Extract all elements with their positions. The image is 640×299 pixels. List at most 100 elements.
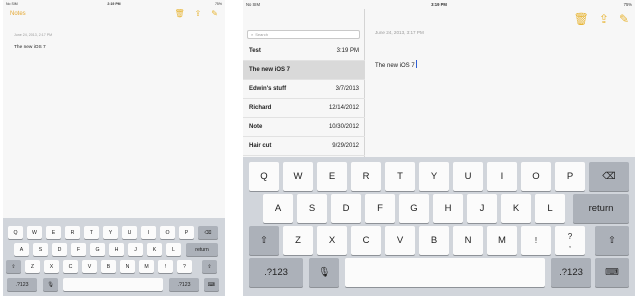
key-t[interactable]: T (385, 162, 415, 191)
delete-key[interactable]: ⌫ (198, 226, 218, 239)
key-p[interactable]: P (179, 226, 194, 239)
key-q[interactable]: Q (249, 162, 279, 191)
note-list-item[interactable]: Edwin's stuff 3/7/2013 (243, 80, 365, 99)
key-c[interactable]: C (63, 260, 78, 273)
key-s[interactable]: S (33, 243, 48, 256)
key-b[interactable]: B (101, 260, 116, 273)
trash-icon[interactable]: 🗑 (574, 12, 589, 26)
key-o[interactable]: O (160, 226, 175, 239)
shift-key[interactable]: ⇧ (249, 226, 279, 255)
key-c[interactable]: C (351, 226, 381, 255)
note-list-item[interactable]: The new iOS 7 (243, 61, 365, 80)
keyboard: Q W E R T Y U I O P ⌫ A S D F G H J K Lreturn ⇧ Z X C V B N M!? ⇧ .?1… (3, 218, 225, 296)
key-h[interactable]: H (433, 194, 463, 223)
note-date-label: 3:19 PM (336, 48, 359, 54)
key-n[interactable]: N (453, 226, 483, 255)
numbers-key-right[interactable]: .?123 (551, 258, 591, 287)
key-e[interactable]: E (46, 226, 61, 239)
shift-key[interactable]: ⇧ (6, 260, 21, 273)
key-k[interactable]: K (501, 194, 531, 223)
key-m[interactable]: M (487, 226, 517, 255)
key-y[interactable]: Y (419, 162, 449, 191)
key-o[interactable]: O (521, 162, 551, 191)
back-button[interactable]: Notes (10, 11, 26, 17)
key-g[interactable]: G (399, 194, 429, 223)
note-list-item[interactable]: Richard 12/14/2012 (243, 99, 365, 118)
return-key[interactable]: return (186, 243, 218, 256)
key-t[interactable]: T (84, 226, 99, 239)
key-s[interactable]: S (297, 194, 327, 223)
key-n[interactable]: N (120, 260, 135, 273)
numbers-key-right[interactable]: .?123 (169, 278, 199, 291)
note-body[interactable]: The new iOS 7 (14, 45, 46, 50)
space-bar[interactable] (63, 278, 163, 291)
note-date: June 24, 2013, 2:17 PM (14, 33, 53, 37)
key-question[interactable]: ? (177, 260, 192, 273)
share-icon[interactable]: ⇪ (599, 12, 609, 26)
status-time: 2:19 PM (107, 2, 121, 6)
key-y[interactable]: Y (103, 226, 118, 239)
key-e[interactable]: E (317, 162, 347, 191)
numbers-key[interactable]: .?123 (7, 278, 37, 291)
key-i[interactable]: I (141, 226, 156, 239)
key-d[interactable]: D (331, 194, 361, 223)
key-d[interactable]: D (52, 243, 67, 256)
shift-key-right[interactable]: ⇧ (595, 226, 629, 255)
note-body[interactable]: The new iOS 7 (375, 60, 417, 69)
key-f[interactable]: F (365, 194, 395, 223)
key-r[interactable]: R (351, 162, 381, 191)
hide-keyboard-key[interactable]: ⌨ (204, 278, 219, 291)
battery-label: 75% (214, 2, 222, 6)
key-u[interactable]: U (122, 226, 137, 239)
key-exclamation[interactable]: ! (521, 226, 551, 255)
hide-keyboard-key[interactable]: ⌨ (595, 258, 629, 287)
toolbar: 🗑 ⇪ ✎ (574, 12, 629, 26)
trash-icon[interactable]: 🗑 (174, 9, 184, 18)
key-l[interactable]: L (535, 194, 565, 223)
shift-key-right[interactable]: ⇧ (202, 260, 217, 273)
key-j[interactable]: J (128, 243, 143, 256)
key-z[interactable]: Z (283, 226, 313, 255)
search-field[interactable]: ⌕ Search (247, 30, 360, 39)
key-v[interactable]: V (82, 260, 97, 273)
key-b[interactable]: B (419, 226, 449, 255)
space-bar[interactable] (345, 258, 545, 287)
note-list-item[interactable]: Note 10/30/2012 (243, 118, 365, 137)
key-u[interactable]: U (453, 162, 483, 191)
note-list-item[interactable]: Hair cut 9/29/2012 (243, 137, 365, 156)
key-k[interactable]: K (147, 243, 162, 256)
key-w[interactable]: W (27, 226, 42, 239)
microphone-key[interactable]: 🎙 (309, 258, 339, 287)
compose-icon[interactable]: ✎ (619, 12, 629, 26)
key-r[interactable]: R (65, 226, 80, 239)
key-l[interactable]: L (166, 243, 181, 256)
key-z[interactable]: Z (25, 260, 40, 273)
key-f[interactable]: F (71, 243, 86, 256)
key-m[interactable]: M (139, 260, 154, 273)
key-comma[interactable]: ?, (555, 226, 585, 255)
key-exclamation[interactable]: ! (158, 260, 173, 273)
key-h[interactable]: H (109, 243, 124, 256)
key-v[interactable]: V (385, 226, 415, 255)
key-x[interactable]: X (317, 226, 347, 255)
note-title: Richard (249, 105, 272, 111)
key-p[interactable]: P (555, 162, 585, 191)
numbers-key[interactable]: .?123 (249, 258, 303, 287)
key-a[interactable]: A (263, 194, 293, 223)
key-j[interactable]: J (467, 194, 497, 223)
compose-icon[interactable]: ✎ (211, 9, 218, 18)
key-a[interactable]: A (14, 243, 29, 256)
key-x[interactable]: X (44, 260, 59, 273)
key-w[interactable]: W (283, 162, 313, 191)
return-key[interactable]: return (573, 194, 629, 223)
key-q[interactable]: Q (8, 226, 23, 239)
note-text: The new iOS 7 (375, 63, 415, 69)
microphone-key[interactable]: 🎙 (43, 278, 58, 291)
delete-key[interactable]: ⌫ (589, 162, 629, 191)
key-i[interactable]: I (487, 162, 517, 191)
status-time: 3:19 PM (431, 2, 447, 7)
share-icon[interactable]: ⇪ (195, 9, 202, 18)
note-title: Edwin's stuff (249, 86, 287, 92)
note-list-item[interactable]: Test 3:19 PM (243, 42, 365, 61)
key-g[interactable]: G (90, 243, 105, 256)
